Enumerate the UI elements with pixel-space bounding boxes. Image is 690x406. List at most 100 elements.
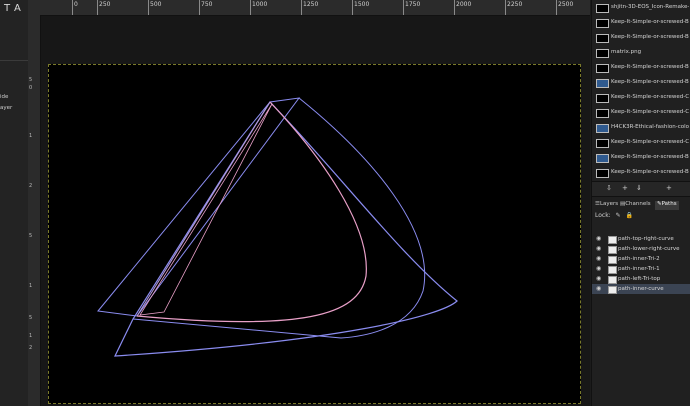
image-list-item[interactable]: Keep-It-Simple-or-screwed-Cy <box>594 135 689 151</box>
path-left-Tri-top-shape[interactable] <box>97 97 301 317</box>
visibility-eye-icon[interactable]: ◉ <box>596 275 601 282</box>
ruler-label: 2250 <box>507 1 523 8</box>
visibility-eye-icon[interactable]: ◉ <box>596 265 601 272</box>
ruler-label: 5 <box>29 315 33 321</box>
image-list-item[interactable]: matrix.png <box>594 45 689 61</box>
ruler-label: 5 <box>29 233 33 239</box>
ruler-label: 1 <box>29 333 33 339</box>
image-name: H4CK3R-Ethical-fashion-color <box>611 124 689 130</box>
image-name: Keep-It-Simple-or-screwed-Bl <box>611 64 689 70</box>
image-thumbnail <box>596 139 609 148</box>
path-name: path-top-right-curve <box>618 235 674 242</box>
ruler-label: 0 <box>74 1 78 8</box>
add-image-button[interactable]: + <box>666 184 672 192</box>
tab-channels[interactable]: ▤Channels <box>620 201 651 210</box>
lock-alpha-icon[interactable]: 🔒 <box>626 212 633 219</box>
image-list-item[interactable]: Keep-It-Simple-or-screwed-Bl <box>594 15 689 31</box>
image-thumbnail <box>596 109 609 118</box>
image-name: Keep-It-Simple-or-screwed-Cy <box>611 139 689 145</box>
ruler-label: 5 <box>29 77 33 83</box>
new-display-button[interactable]: + <box>622 184 628 192</box>
image-name: Keep-It-Simple-or-screwed-Bl <box>611 79 689 85</box>
images-list[interactable]: shjitn-3D-EOS_Icon-Remake- Keep-It-Simple… <box>592 0 690 180</box>
path-name: path-inner-curve <box>618 285 664 292</box>
path-tool-icon[interactable]: A <box>14 4 21 14</box>
image-list-item[interactable]: shjitn-3D-EOS_Icon-Remake- <box>594 0 689 16</box>
image-name: Keep-It-Simple-or-screwed-Cy <box>611 94 689 100</box>
tab-layers[interactable]: ☰Layers <box>595 201 618 210</box>
ruler-label: 1250 <box>303 1 319 8</box>
path-name: path-left-Tri-top <box>618 275 661 282</box>
lock-position-icon[interactable]: ✎ <box>616 212 621 219</box>
image-list-item[interactable]: Keep-It-Simple-or-screwed-Bl <box>594 75 689 91</box>
ruler-label: 2500 <box>558 1 574 8</box>
image-list-item[interactable]: Keep-It-Simple-or-screwed-Bl <box>594 150 689 166</box>
lock-label: Lock: <box>595 212 611 219</box>
ruler-label: 1000 <box>252 1 268 8</box>
path-list-item[interactable]: ◉ path-lower-right-curve <box>592 244 690 254</box>
delete-image-button[interactable]: ⇓ <box>636 184 642 192</box>
image-list-item[interactable]: H4CK3R-Ethical-fashion-color <box>594 120 689 136</box>
ruler-label: 1500 <box>354 1 370 8</box>
image-list-item[interactable]: Keep-It-Simple-or-screwed-Bl <box>594 60 689 76</box>
tab-paths[interactable]: ✎Paths <box>655 201 679 210</box>
path-top-right-curve-shape[interactable] <box>132 97 426 339</box>
visibility-eye-icon[interactable]: ◉ <box>596 245 601 252</box>
visibility-eye-icon[interactable]: ◉ <box>596 235 601 242</box>
horizontal-ruler[interactable]: 0 250 500 750 1000 1250 1500 1750 2000 2… <box>28 0 590 16</box>
raise-image-button[interactable]: ⇩ <box>606 184 612 192</box>
image-name: Keep-It-Simple-or-screwed-Cy <box>611 109 689 115</box>
path-thumbnail <box>608 286 617 294</box>
ruler-label: 500 <box>150 1 162 8</box>
image-name: Keep-It-Simple-or-screwed-Bl <box>611 154 689 160</box>
image-list-item[interactable]: Keep-It-Simple-or-screwed-Cy <box>594 105 689 121</box>
image-list-item[interactable]: Keep-It-Simple-or-screwed-Cy <box>594 90 689 106</box>
image-thumbnail <box>596 49 609 58</box>
ruler-label: 1 <box>29 133 33 139</box>
path-name: path-inner-Tri-2 <box>618 255 660 262</box>
right-dock: shjitn-3D-EOS_Icon-Remake- Keep-It-Simple… <box>591 0 690 406</box>
lock-row: Lock: ✎ 🔒 <box>595 212 636 219</box>
image-thumbnail <box>596 124 609 133</box>
paths-overlay[interactable] <box>41 16 590 406</box>
path-thumbnail <box>608 256 617 264</box>
image-thumbnail <box>596 19 609 28</box>
image-name: matrix.png <box>611 49 642 55</box>
ruler-label: 750 <box>201 1 213 8</box>
image-thumbnail <box>596 4 609 13</box>
visibility-eye-icon[interactable]: ◉ <box>596 255 601 262</box>
ruler-label: 0 <box>29 85 33 91</box>
image-thumbnail <box>596 34 609 43</box>
path-thumbnail <box>608 266 617 274</box>
ruler-label: 2000 <box>456 1 472 8</box>
image-list-item[interactable]: Keep-It-Simple-or-screwed-Bl <box>594 165 689 180</box>
path-list-item[interactable]: ◉ path-inner-curve <box>592 284 690 294</box>
path-inner-Tri-2-shape[interactable] <box>139 103 273 316</box>
vertical-ruler[interactable]: 5 0 1 2 5 1 5 1 2 <box>28 15 41 406</box>
ruler-label: 2 <box>29 183 33 189</box>
path-list-item[interactable]: ◉ path-inner-Tri-1 <box>592 264 690 274</box>
path-list-item[interactable]: ◉ path-left-Tri-top <box>592 274 690 284</box>
ruler-label: 250 <box>99 1 111 8</box>
path-inner-Tri-1-shape[interactable] <box>136 101 271 317</box>
dock-tabs: ☰Layers ▤Channels ✎Paths <box>592 200 690 211</box>
path-thumbnail <box>608 236 617 244</box>
path-list-item[interactable]: ◉ path-inner-Tri-2 <box>592 254 690 264</box>
ruler-label: 1750 <box>405 1 421 8</box>
text-tool-icon[interactable]: T <box>4 4 10 14</box>
path-thumbnail <box>608 276 617 284</box>
image-thumbnail <box>596 94 609 103</box>
image-thumbnail <box>596 154 609 163</box>
image-name: Keep-It-Simple-or-screwed-Bl <box>611 19 689 25</box>
image-thumbnail <box>596 79 609 88</box>
ruler-label: 2 <box>29 345 33 351</box>
canvas-area[interactable] <box>41 16 590 406</box>
image-name: Keep-It-Simple-or-screwed-Bl <box>611 34 689 40</box>
tool-options-fragment: ide <box>0 94 9 100</box>
image-list-item[interactable]: Keep-It-Simple-or-screwed-Bl <box>594 30 689 46</box>
path-list-item[interactable]: ◉ path-top-right-curve <box>592 234 690 244</box>
ruler-label: 1 <box>29 283 33 289</box>
path-inner-curve-shape[interactable] <box>136 101 367 323</box>
visibility-eye-icon[interactable]: ◉ <box>596 285 601 292</box>
path-name: path-inner-Tri-1 <box>618 265 660 272</box>
